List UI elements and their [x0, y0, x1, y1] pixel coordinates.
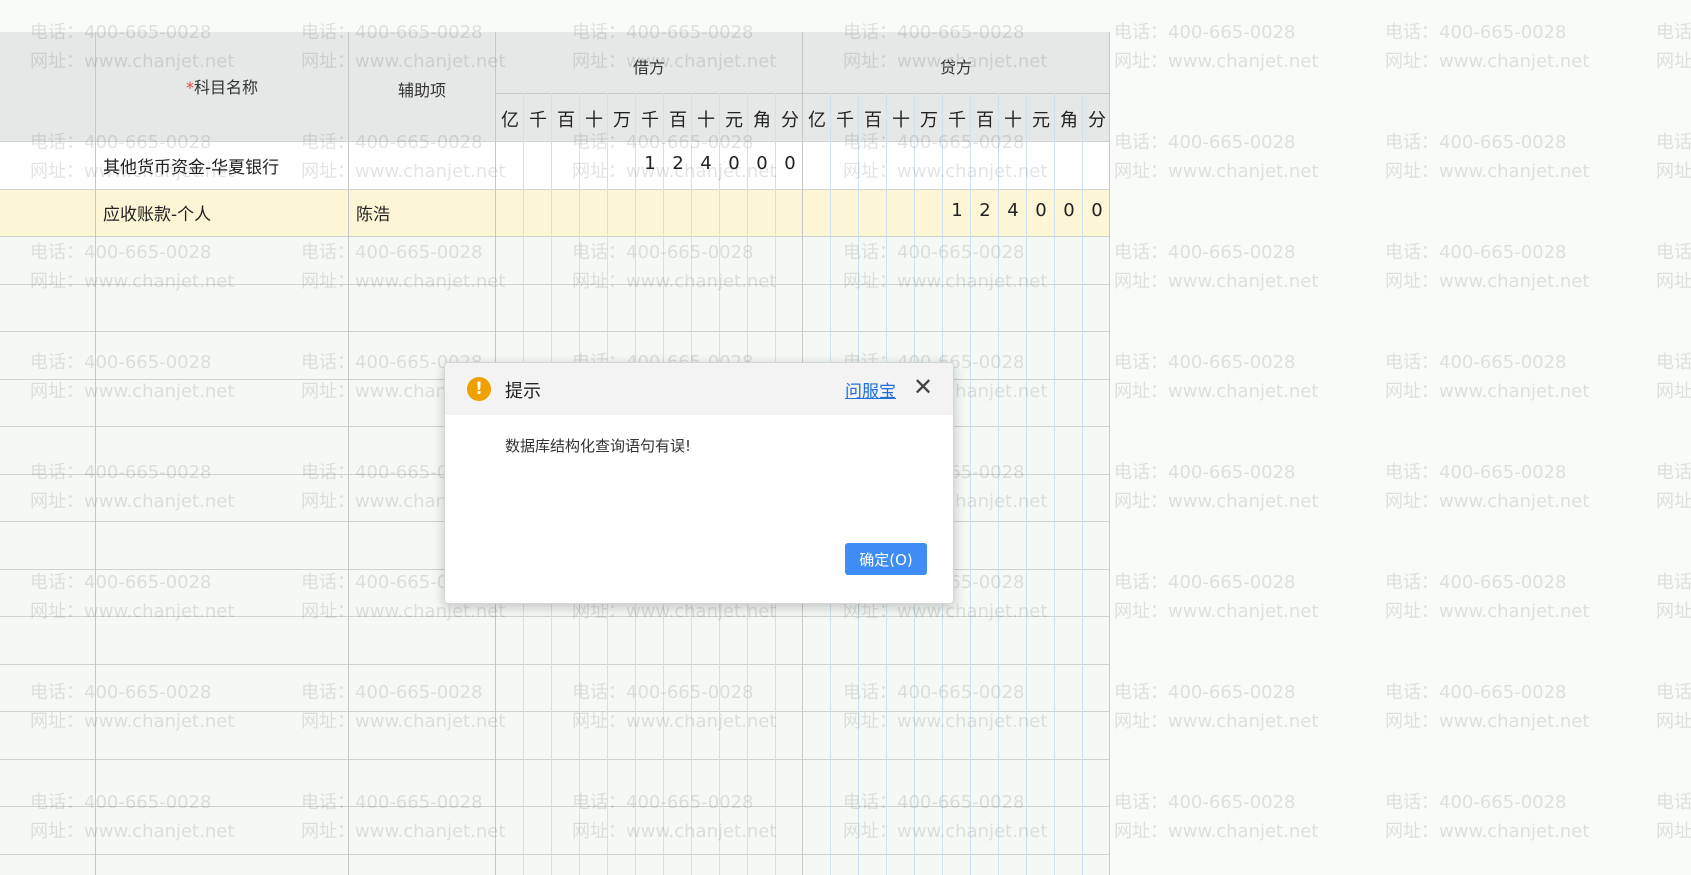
watermark-text: 电话：400-665-0028网址：www.chanjet.net: [1385, 462, 1590, 512]
cell-subject[interactable]: 应收账款-个人: [103, 200, 211, 225]
unit-header: 百: [557, 110, 575, 131]
unit-header: 万: [613, 110, 631, 131]
unit-header: 千: [641, 110, 659, 131]
unit-header: 千: [529, 110, 547, 131]
unit-header: 亿: [808, 110, 826, 131]
unit-header: 百: [669, 110, 687, 131]
watermark-text: 电话：400-665-0028网址：www.chanjet.net: [1114, 792, 1319, 842]
debit-digit: 0: [728, 153, 740, 174]
credit-digit: 0: [1035, 200, 1047, 221]
unit-header: 万: [920, 110, 938, 131]
exclamation-icon: !: [467, 377, 491, 401]
column-header-credit: 贷方: [939, 58, 972, 77]
unit-header: 角: [1060, 110, 1078, 131]
required-mark: *: [185, 78, 194, 97]
unit-header: 元: [1032, 110, 1050, 131]
watermark-text: 电话：400-665-0028网址：www.chanjet.net: [1656, 682, 1691, 732]
watermark-text: 电话：400-665-0028网址：www.chanjet.net: [1114, 22, 1319, 72]
credit-digit: 0: [1063, 200, 1075, 221]
alert-dialog: ! 提示 问服宝 ✕ 数据库结构化查询语句有误! 确定(O): [444, 362, 954, 604]
watermark-text: 电话：400-665-0028网址：www.chanjet.net: [1385, 242, 1590, 292]
unit-header: 分: [781, 110, 799, 131]
column-header-debit: 借方: [632, 58, 665, 77]
watermark-text: 电话：400-665-0028网址：www.chanjet.net: [1656, 22, 1691, 72]
debit-digit: 0: [784, 153, 796, 174]
watermark-text: 电话：400-665-0028网址：www.chanjet.net: [1114, 352, 1319, 402]
column-header-subject: *科目名称: [185, 78, 258, 97]
unit-header: 千: [836, 110, 854, 131]
unit-header: 十: [1004, 110, 1022, 131]
cell-subject[interactable]: 其他货币资金-华夏银行: [103, 153, 279, 178]
watermark-text: 电话：400-665-0028网址：www.chanjet.net: [1656, 132, 1691, 182]
unit-header: 分: [1088, 110, 1106, 131]
unit-header: 十: [697, 110, 715, 131]
watermark-text: 电话：400-665-0028网址：www.chanjet.net: [1385, 682, 1590, 732]
watermark-text: 电话：400-665-0028网址：www.chanjet.net: [1656, 792, 1691, 842]
watermark-text: 电话：400-665-0028网址：www.chanjet.net: [1114, 242, 1319, 292]
unit-header: 十: [585, 110, 603, 131]
watermark-text: 电话：400-665-0028网址：www.chanjet.net: [1385, 572, 1590, 622]
credit-digit: 0: [1091, 200, 1103, 221]
watermark-text: 电话：400-665-0028网址：www.chanjet.net: [1656, 462, 1691, 512]
unit-header: 千: [948, 110, 966, 131]
dialog-title: 提示: [505, 381, 541, 402]
watermark-text: 电话：400-665-0028网址：www.chanjet.net: [1385, 132, 1590, 182]
column-header-auxiliary: 辅助项: [397, 81, 446, 100]
watermark-text: 电话：400-665-0028网址：www.chanjet.net: [1114, 462, 1319, 512]
dialog-titlebar[interactable]: ! 提示 问服宝 ✕: [445, 363, 953, 415]
cell-auxiliary[interactable]: 陈浩: [356, 200, 390, 225]
credit-digit: 2: [979, 200, 991, 221]
unit-header: 角: [753, 110, 771, 131]
watermark-text: 电话：400-665-0028网址：www.chanjet.net: [1385, 22, 1590, 72]
close-icon[interactable]: ✕: [913, 373, 933, 401]
watermark-text: 电话：400-665-0028网址：www.chanjet.net: [1656, 242, 1691, 292]
watermark-text: 电话：400-665-0028网址：www.chanjet.net: [1656, 572, 1691, 622]
watermark-text: 电话：400-665-0028网址：www.chanjet.net: [1114, 572, 1319, 622]
debit-digit: 2: [672, 153, 684, 174]
debit-digit: 0: [756, 153, 768, 174]
watermark-text: 电话：400-665-0028网址：www.chanjet.net: [1656, 352, 1691, 402]
watermark-text: 电话：400-665-0028网址：www.chanjet.net: [1385, 792, 1590, 842]
watermark-text: 电话：400-665-0028网址：www.chanjet.net: [1114, 132, 1319, 182]
unit-header: 亿: [501, 110, 519, 131]
unit-header: 十: [892, 110, 910, 131]
dialog-message: 数据库结构化查询语句有误!: [505, 437, 692, 455]
debit-digit: 1: [644, 153, 656, 174]
credit-digit: 4: [1007, 200, 1019, 221]
watermark-text: 电话：400-665-0028网址：www.chanjet.net: [1385, 352, 1590, 402]
unit-header: 元: [725, 110, 743, 131]
credit-digit: 1: [951, 200, 963, 221]
help-link[interactable]: 问服宝: [845, 377, 896, 402]
watermark-text: 电话：400-665-0028网址：www.chanjet.net: [1114, 682, 1319, 732]
unit-header: 百: [976, 110, 994, 131]
debit-digit: 4: [700, 153, 712, 174]
unit-header: 百: [864, 110, 882, 131]
ok-button[interactable]: 确定(O): [845, 543, 927, 575]
